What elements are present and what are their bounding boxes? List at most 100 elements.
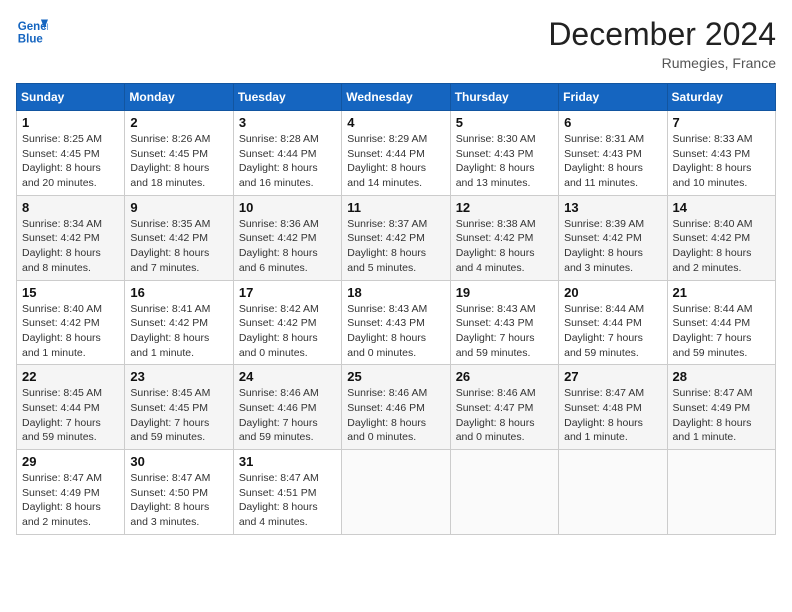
day-number: 23 bbox=[130, 369, 227, 384]
day-number: 2 bbox=[130, 115, 227, 130]
calendar-cell bbox=[559, 450, 667, 535]
day-info: Sunrise: 8:36 AM Sunset: 4:42 PM Dayligh… bbox=[239, 217, 336, 276]
calendar-cell: 23 Sunrise: 8:45 AM Sunset: 4:45 PM Dayli… bbox=[125, 365, 233, 450]
day-number: 21 bbox=[673, 285, 770, 300]
calendar-cell: 19 Sunrise: 8:43 AM Sunset: 4:43 PM Dayli… bbox=[450, 280, 558, 365]
day-info: Sunrise: 8:41 AM Sunset: 4:42 PM Dayligh… bbox=[130, 302, 227, 361]
day-info: Sunrise: 8:34 AM Sunset: 4:42 PM Dayligh… bbox=[22, 217, 119, 276]
day-number: 12 bbox=[456, 200, 553, 215]
weekday-header: Sunday bbox=[17, 84, 125, 111]
calendar-cell: 13 Sunrise: 8:39 AM Sunset: 4:42 PM Dayli… bbox=[559, 195, 667, 280]
svg-text:Blue: Blue bbox=[18, 34, 44, 46]
calendar-cell: 12Sunrise: 8:38 AM Sunset: 4:42 PM Dayli… bbox=[450, 195, 558, 280]
day-number: 4 bbox=[347, 115, 444, 130]
calendar-cell: 31 Sunrise: 8:47 AM Sunset: 4:51 PM Dayli… bbox=[233, 450, 341, 535]
weekday-header: Tuesday bbox=[233, 84, 341, 111]
day-number: 31 bbox=[239, 454, 336, 469]
day-info: Sunrise: 8:46 AM Sunset: 4:46 PM Dayligh… bbox=[347, 386, 444, 445]
day-info: Sunrise: 8:39 AM Sunset: 4:42 PM Dayligh… bbox=[564, 217, 661, 276]
day-number: 25 bbox=[347, 369, 444, 384]
day-number: 27 bbox=[564, 369, 661, 384]
calendar-cell: 8 Sunrise: 8:34 AM Sunset: 4:42 PM Daylig… bbox=[17, 195, 125, 280]
day-number: 17 bbox=[239, 285, 336, 300]
day-info: Sunrise: 8:47 AM Sunset: 4:48 PM Dayligh… bbox=[564, 386, 661, 445]
weekday-header: Saturday bbox=[667, 84, 775, 111]
calendar-cell: 27 Sunrise: 8:47 AM Sunset: 4:48 PM Dayli… bbox=[559, 365, 667, 450]
calendar-cell: 21 Sunrise: 8:44 AM Sunset: 4:44 PM Dayli… bbox=[667, 280, 775, 365]
day-info: Sunrise: 8:47 AM Sunset: 4:51 PM Dayligh… bbox=[239, 471, 336, 530]
day-info: Sunrise: 8:47 AM Sunset: 4:49 PM Dayligh… bbox=[22, 471, 119, 530]
calendar-cell: 26 Sunrise: 8:46 AM Sunset: 4:47 PM Dayli… bbox=[450, 365, 558, 450]
day-number: 14 bbox=[673, 200, 770, 215]
calendar-cell: 16 Sunrise: 8:41 AM Sunset: 4:42 PM Dayli… bbox=[125, 280, 233, 365]
calendar-header-row: SundayMondayTuesdayWednesdayThursdayFrid… bbox=[17, 84, 776, 111]
day-number: 8 bbox=[22, 200, 119, 215]
calendar-week-row: 22Sunrise: 8:45 AM Sunset: 4:44 PM Dayli… bbox=[17, 365, 776, 450]
day-info: Sunrise: 8:43 AM Sunset: 4:43 PM Dayligh… bbox=[456, 302, 553, 361]
calendar-table: SundayMondayTuesdayWednesdayThursdayFrid… bbox=[16, 83, 776, 535]
calendar-cell bbox=[450, 450, 558, 535]
calendar-cell: 3 Sunrise: 8:28 AM Sunset: 4:44 PM Daylig… bbox=[233, 111, 341, 196]
page-header: General Blue December 2024 Rumegies, Fra… bbox=[16, 16, 776, 71]
day-number: 11 bbox=[347, 200, 444, 215]
calendar-week-row: 15 Sunrise: 8:40 AM Sunset: 4:42 PM Dayli… bbox=[17, 280, 776, 365]
day-info: Sunrise: 8:26 AM Sunset: 4:45 PM Dayligh… bbox=[130, 132, 227, 191]
calendar-cell: 24Sunrise: 8:46 AM Sunset: 4:46 PM Dayli… bbox=[233, 365, 341, 450]
calendar-cell: 10 Sunrise: 8:36 AM Sunset: 4:42 PM Dayli… bbox=[233, 195, 341, 280]
day-info: Sunrise: 8:44 AM Sunset: 4:44 PM Dayligh… bbox=[673, 302, 770, 361]
day-number: 28 bbox=[673, 369, 770, 384]
day-info: Sunrise: 8:45 AM Sunset: 4:44 PM Dayligh… bbox=[22, 386, 119, 445]
day-info: Sunrise: 8:40 AM Sunset: 4:42 PM Dayligh… bbox=[673, 217, 770, 276]
day-info: Sunrise: 8:46 AM Sunset: 4:47 PM Dayligh… bbox=[456, 386, 553, 445]
day-number: 3 bbox=[239, 115, 336, 130]
calendar-cell: 2 Sunrise: 8:26 AM Sunset: 4:45 PM Daylig… bbox=[125, 111, 233, 196]
location: Rumegies, France bbox=[548, 55, 776, 71]
calendar-cell: 15 Sunrise: 8:40 AM Sunset: 4:42 PM Dayli… bbox=[17, 280, 125, 365]
day-info: Sunrise: 8:35 AM Sunset: 4:42 PM Dayligh… bbox=[130, 217, 227, 276]
calendar-cell: 5Sunrise: 8:30 AM Sunset: 4:43 PM Daylig… bbox=[450, 111, 558, 196]
logo-icon: General Blue bbox=[16, 16, 48, 48]
day-number: 9 bbox=[130, 200, 227, 215]
day-info: Sunrise: 8:45 AM Sunset: 4:45 PM Dayligh… bbox=[130, 386, 227, 445]
day-info: Sunrise: 8:33 AM Sunset: 4:43 PM Dayligh… bbox=[673, 132, 770, 191]
calendar-cell: 14 Sunrise: 8:40 AM Sunset: 4:42 PM Dayli… bbox=[667, 195, 775, 280]
day-info: Sunrise: 8:40 AM Sunset: 4:42 PM Dayligh… bbox=[22, 302, 119, 361]
calendar-cell: 22Sunrise: 8:45 AM Sunset: 4:44 PM Dayli… bbox=[17, 365, 125, 450]
day-info: Sunrise: 8:28 AM Sunset: 4:44 PM Dayligh… bbox=[239, 132, 336, 191]
calendar-cell: 6Sunrise: 8:31 AM Sunset: 4:43 PM Daylig… bbox=[559, 111, 667, 196]
day-info: Sunrise: 8:31 AM Sunset: 4:43 PM Dayligh… bbox=[564, 132, 661, 191]
weekday-header: Thursday bbox=[450, 84, 558, 111]
day-info: Sunrise: 8:47 AM Sunset: 4:49 PM Dayligh… bbox=[673, 386, 770, 445]
day-number: 30 bbox=[130, 454, 227, 469]
day-info: Sunrise: 8:25 AM Sunset: 4:45 PM Dayligh… bbox=[22, 132, 119, 191]
day-info: Sunrise: 8:30 AM Sunset: 4:43 PM Dayligh… bbox=[456, 132, 553, 191]
calendar-cell: 28 Sunrise: 8:47 AM Sunset: 4:49 PM Dayli… bbox=[667, 365, 775, 450]
day-number: 7 bbox=[673, 115, 770, 130]
day-number: 19 bbox=[456, 285, 553, 300]
title-block: December 2024 Rumegies, France bbox=[548, 16, 776, 71]
day-number: 24 bbox=[239, 369, 336, 384]
day-number: 10 bbox=[239, 200, 336, 215]
day-info: Sunrise: 8:37 AM Sunset: 4:42 PM Dayligh… bbox=[347, 217, 444, 276]
calendar-body: 1Sunrise: 8:25 AM Sunset: 4:45 PM Daylig… bbox=[17, 111, 776, 535]
day-number: 13 bbox=[564, 200, 661, 215]
day-number: 26 bbox=[456, 369, 553, 384]
calendar-cell: 25 Sunrise: 8:46 AM Sunset: 4:46 PM Dayli… bbox=[342, 365, 450, 450]
weekday-header: Monday bbox=[125, 84, 233, 111]
calendar-cell: 30 Sunrise: 8:47 AM Sunset: 4:50 PM Dayli… bbox=[125, 450, 233, 535]
day-number: 15 bbox=[22, 285, 119, 300]
calendar-cell: 4Sunrise: 8:29 AM Sunset: 4:44 PM Daylig… bbox=[342, 111, 450, 196]
day-number: 20 bbox=[564, 285, 661, 300]
day-number: 18 bbox=[347, 285, 444, 300]
calendar-week-row: 1Sunrise: 8:25 AM Sunset: 4:45 PM Daylig… bbox=[17, 111, 776, 196]
calendar-cell: 1Sunrise: 8:25 AM Sunset: 4:45 PM Daylig… bbox=[17, 111, 125, 196]
day-number: 16 bbox=[130, 285, 227, 300]
weekday-header: Friday bbox=[559, 84, 667, 111]
day-info: Sunrise: 8:47 AM Sunset: 4:50 PM Dayligh… bbox=[130, 471, 227, 530]
calendar-cell bbox=[667, 450, 775, 535]
day-number: 29 bbox=[22, 454, 119, 469]
calendar-cell: 18 Sunrise: 8:43 AM Sunset: 4:43 PM Dayli… bbox=[342, 280, 450, 365]
weekday-header: Wednesday bbox=[342, 84, 450, 111]
month-title: December 2024 bbox=[548, 16, 776, 53]
day-info: Sunrise: 8:43 AM Sunset: 4:43 PM Dayligh… bbox=[347, 302, 444, 361]
